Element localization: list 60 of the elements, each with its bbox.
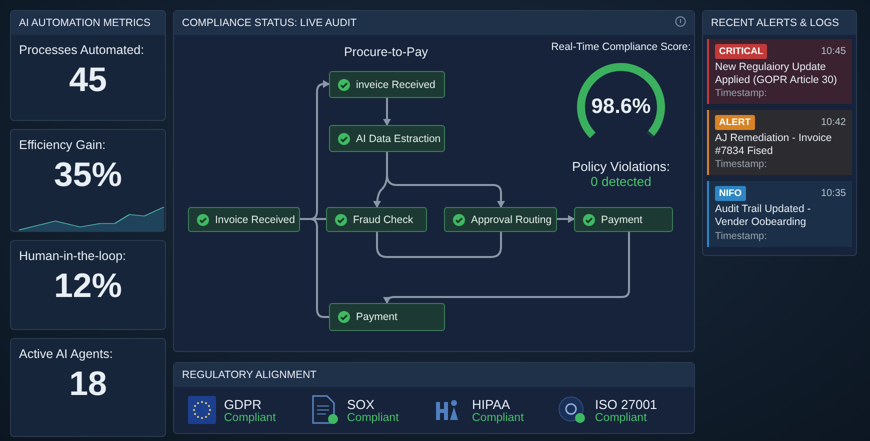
metric-label: Human-in-the-loop:	[18, 248, 127, 263]
compliance-status: Compliant	[595, 412, 648, 424]
alert-time: 10:35	[820, 188, 846, 200]
globe-check-icon	[557, 395, 587, 425]
flow-node[interactable]: Fraud Check	[326, 207, 427, 232]
compliance-status: Compliant	[472, 412, 524, 424]
metric-value: 12%	[54, 267, 122, 306]
check-icon	[453, 214, 465, 226]
panel-title-text: COMPLIANCE STATUS: LIVE AUDIT	[182, 16, 357, 30]
alert-message: New Regulaiory Update Applied (GOPR Article 30)	[715, 61, 838, 86]
regulation-name: SOX	[347, 396, 376, 412]
alert-timestamp-label: Timestamp:	[715, 88, 768, 100]
flow-node[interactable]: AI Data Estraction	[329, 125, 445, 152]
metric-label: Processes Automated:	[18, 42, 146, 57]
metric-value: 35%	[54, 156, 122, 195]
alert-time: 10:42	[820, 117, 846, 128]
regulation-name: GDPR	[224, 396, 263, 412]
panel-title: REGULATORY ALIGNMENT	[174, 363, 694, 387]
compliance-status: Compliant	[224, 412, 276, 424]
alert-timestamp-label: Timestamp:	[715, 230, 768, 242]
metric-label: Efficiency Gain:	[18, 137, 107, 152]
check-icon	[338, 132, 350, 144]
eu-flag-icon	[188, 396, 216, 424]
panel-title: RECENT ALERTS & LOGS	[703, 11, 856, 35]
regulation-name: ISO 27001	[595, 396, 658, 412]
check-icon	[338, 311, 350, 323]
alert-card[interactable]: CRITICAL 10:45 New Regulaiory Update Applied (GOPR Article 30) Timestamp:	[707, 39, 852, 104]
alert-timestamp-label: Timestamp:	[715, 159, 768, 170]
metric-value: 18	[69, 365, 107, 404]
score-value: 98.6%	[591, 95, 651, 119]
flow-node[interactable]: Payment	[329, 303, 445, 331]
check-icon	[338, 78, 350, 90]
connector-arrow	[557, 215, 575, 223]
regulation-name: HIPAA	[472, 396, 512, 412]
info-icon[interactable]	[675, 16, 686, 27]
check-icon	[197, 214, 209, 226]
alert-message: Audit Trail Updated - Vender Oobearding	[715, 203, 812, 229]
metric-label: Active AI Agents:	[18, 346, 114, 361]
flow-node[interactable]: inveice Received	[329, 71, 445, 98]
document-check-icon	[311, 395, 339, 425]
score-label: Real-Time Compliance Score:	[551, 41, 691, 53]
check-icon	[583, 214, 595, 226]
flow-node[interactable]: Payment	[574, 207, 673, 232]
metric-value: 45	[69, 61, 107, 100]
panel-title: AI AUTOMATION METRICS	[11, 11, 165, 35]
flow-node[interactable]: Approval Routing	[444, 207, 557, 232]
alert-card[interactable]: NIFO 10:35 Audit Trail Updated - Vender Oobearding Timestamp:	[707, 181, 852, 247]
alert-tag: ALERT	[715, 115, 755, 130]
flow-node[interactable]: Invoice Received	[188, 207, 300, 232]
connector-arrow	[383, 98, 391, 126]
flow-title: Procure-to-Pay	[342, 45, 430, 59]
alert-tag: NIFO	[715, 186, 746, 202]
violations-label: Policy Violations:	[572, 159, 670, 174]
alert-tag: CRITICAL	[715, 44, 768, 59]
violations-value: 0 detected	[590, 174, 652, 189]
compliance-status: Compliant	[347, 412, 399, 424]
alert-message: AJ Remediation - Invoice #7834 Fised	[715, 132, 833, 158]
alert-card[interactable]: ALERT 10:42 AJ Remediation - Invoice #7834 Fised Timestamp:	[707, 110, 852, 176]
check-icon	[335, 214, 347, 226]
alert-time: 10:45	[820, 46, 846, 57]
